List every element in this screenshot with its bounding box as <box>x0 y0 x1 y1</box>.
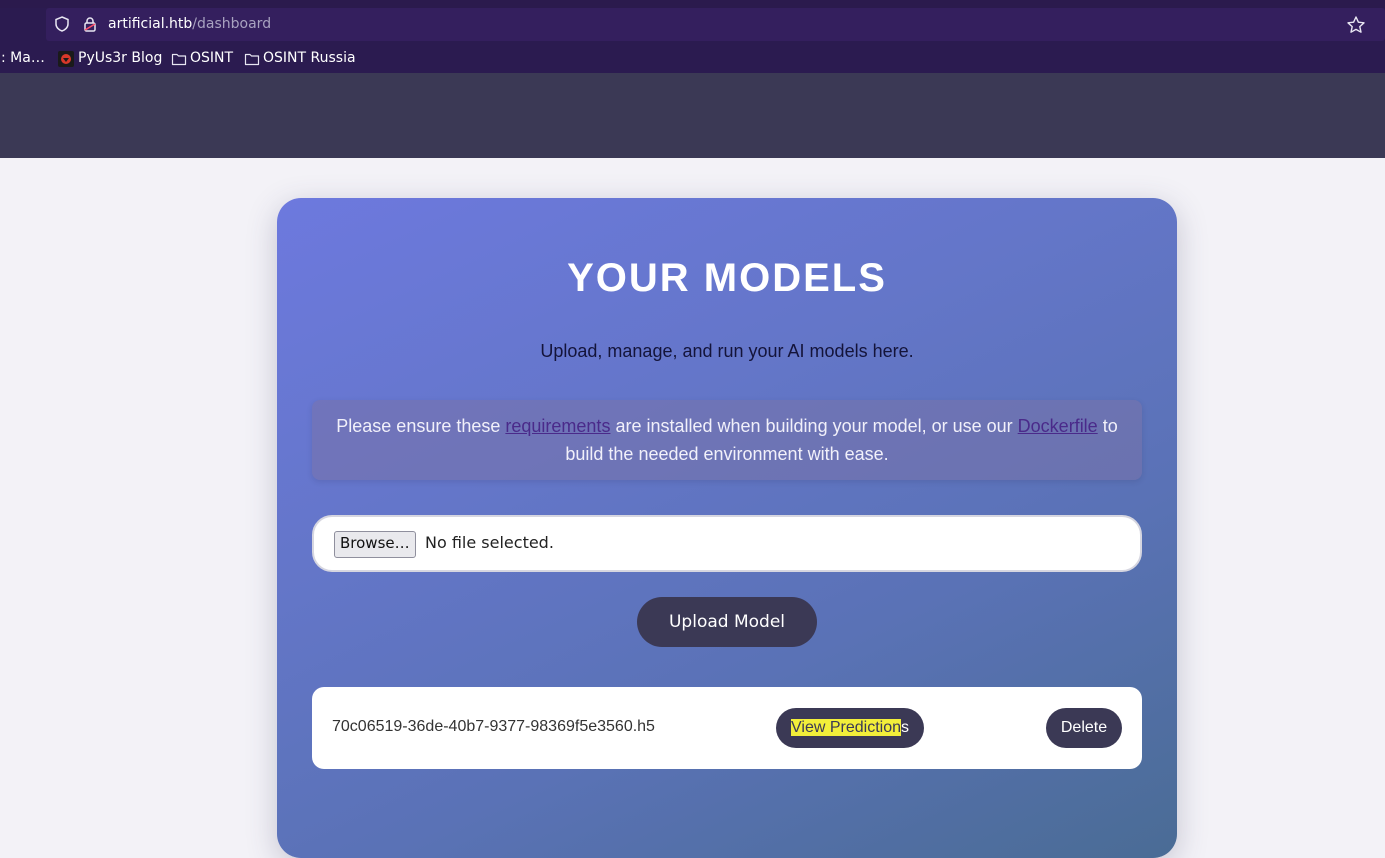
view-predictions-label-rest: s <box>900 719 909 736</box>
folder-icon <box>244 53 260 66</box>
file-status: No file selected. <box>425 533 554 552</box>
requirements-notice: Please ensure these requirements are ins… <box>312 400 1142 480</box>
url-path: /dashboard <box>192 16 272 32</box>
model-file-input[interactable]: Browse… No file selected. <box>312 515 1142 572</box>
model-list-item: 70c06519-36de-40b7-9377-98369f5e3560.h5 … <box>312 687 1142 769</box>
notice-text-2: are installed when building your model, … <box>610 416 1018 436</box>
lock-icon[interactable] <box>82 16 98 32</box>
site-navbar <box>0 73 1385 158</box>
models-card: YOUR MODELS Upload, manage, and run your… <box>277 198 1177 858</box>
pyus3r-favicon <box>58 51 74 67</box>
view-predictions-button[interactable]: View Predictions <box>776 708 924 748</box>
bookmark-osint-russia[interactable]: OSINT Russia <box>263 50 356 66</box>
star-icon[interactable] <box>1346 15 1366 35</box>
bookmark-pyus3r-blog[interactable]: PyUs3r Blog <box>78 50 162 66</box>
dockerfile-link[interactable]: Dockerfile <box>1018 416 1098 436</box>
url-host: artificial.htb <box>108 16 193 32</box>
requirements-link[interactable]: requirements <box>505 416 610 436</box>
view-predictions-label-highlighted: View Prediction <box>791 719 901 736</box>
delete-model-button[interactable]: Delete <box>1046 708 1122 748</box>
browser-top-strip <box>0 0 1385 8</box>
model-filename: 70c06519-36de-40b7-9377-98369f5e3560.h5 <box>332 718 655 735</box>
url-text[interactable]: artificial.htb/dashboard <box>108 15 271 33</box>
bookmark-truncated[interactable]: : Ma… <box>1 50 45 66</box>
folder-icon <box>171 53 187 66</box>
notice-text-1: Please ensure these <box>336 416 506 436</box>
bookmarks-bar: : Ma… PyUs3r Blog OSINT OSINT Russia <box>0 41 1385 73</box>
page-title: YOUR MODELS <box>567 256 887 300</box>
browse-button[interactable]: Browse… <box>334 531 416 558</box>
upload-model-button[interactable]: Upload Model <box>637 597 817 647</box>
shield-icon[interactable] <box>54 16 70 32</box>
bookmark-osint[interactable]: OSINT <box>190 50 233 66</box>
page-subtitle: Upload, manage, and run your AI models h… <box>540 341 914 361</box>
